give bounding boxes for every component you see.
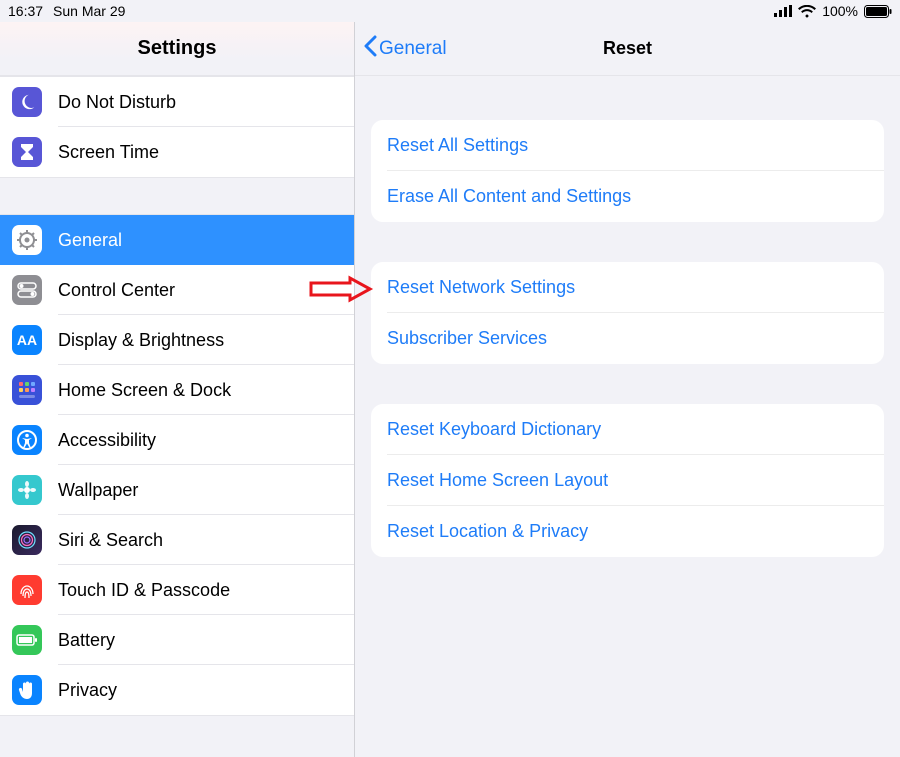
chevron-left-icon — [363, 35, 377, 63]
reset-group-1: Reset All Settings Erase All Content and… — [371, 120, 884, 222]
wifi-icon — [798, 5, 816, 18]
sidebar-item-label: Touch ID & Passcode — [58, 580, 230, 601]
battery-icon — [864, 5, 892, 18]
sidebar-item-accessibility[interactable]: Accessibility — [0, 415, 354, 465]
status-time: 16:37 — [8, 3, 43, 19]
sidebar-title: Settings — [0, 22, 354, 76]
gear-icon — [12, 225, 42, 255]
sidebar-item-label: Privacy — [58, 680, 117, 701]
sidebar-group-b: General Control Center AA Display & Brig… — [0, 214, 354, 716]
sidebar-item-label: Display & Brightness — [58, 330, 224, 351]
sidebar-item-control-center[interactable]: Control Center — [0, 265, 354, 315]
row-label: Reset Home Screen Layout — [387, 470, 608, 490]
reset-keyboard-dictionary[interactable]: Reset Keyboard Dictionary — [371, 404, 884, 455]
sidebar-group-a: Do Not Disturb Screen Time — [0, 76, 354, 178]
reset-group-2: Reset Network Settings Subscriber Servic… — [371, 262, 884, 364]
sidebar-item-siri-search[interactable]: Siri & Search — [0, 515, 354, 565]
reset-all-settings[interactable]: Reset All Settings — [371, 120, 884, 171]
sidebar-item-general[interactable]: General — [0, 215, 354, 265]
sidebar-item-privacy[interactable]: Privacy — [0, 665, 354, 715]
reset-location-privacy[interactable]: Reset Location & Privacy — [371, 506, 884, 557]
hand-icon — [12, 675, 42, 705]
detail-header: General Reset — [355, 22, 900, 76]
aa-icon: AA — [12, 325, 42, 355]
sidebar-item-label: Do Not Disturb — [58, 92, 176, 113]
row-label: Subscriber Services — [387, 328, 547, 348]
status-date: Sun Mar 29 — [53, 3, 125, 19]
subscriber-services[interactable]: Subscriber Services — [371, 313, 884, 364]
sidebar-item-label: Siri & Search — [58, 530, 163, 551]
row-label: Reset Network Settings — [387, 277, 575, 297]
grid-icon — [12, 375, 42, 405]
sidebar-item-battery[interactable]: Battery — [0, 615, 354, 665]
row-label: Reset Location & Privacy — [387, 521, 588, 541]
hourglass-icon — [12, 137, 42, 167]
sidebar-item-label: General — [58, 230, 122, 251]
status-bar: 16:37 Sun Mar 29 100% — [0, 0, 900, 22]
sidebar-item-label: Screen Time — [58, 142, 159, 163]
erase-all-content[interactable]: Erase All Content and Settings — [371, 171, 884, 222]
reset-network-settings[interactable]: Reset Network Settings — [371, 262, 884, 313]
sidebar-item-label: Control Center — [58, 280, 175, 301]
flower-icon — [12, 475, 42, 505]
sidebar-item-label: Battery — [58, 630, 115, 651]
row-label: Reset Keyboard Dictionary — [387, 419, 601, 439]
reset-home-screen-layout[interactable]: Reset Home Screen Layout — [371, 455, 884, 506]
row-label: Erase All Content and Settings — [387, 186, 631, 206]
fingerprint-icon — [12, 575, 42, 605]
reset-group-3: Reset Keyboard Dictionary Reset Home Scr… — [371, 404, 884, 557]
battery-pct: 100% — [822, 3, 858, 19]
row-label: Reset All Settings — [387, 135, 528, 155]
switches-icon — [12, 275, 42, 305]
back-button-label: General — [379, 38, 447, 60]
settings-sidebar: Settings Do Not Disturb Screen Time — [0, 22, 355, 757]
sidebar-item-do-not-disturb[interactable]: Do Not Disturb — [0, 77, 354, 127]
sidebar-item-label: Accessibility — [58, 430, 156, 451]
sidebar-item-wallpaper[interactable]: Wallpaper — [0, 465, 354, 515]
signal-icon — [774, 5, 792, 17]
sidebar-item-home-dock[interactable]: Home Screen & Dock — [0, 365, 354, 415]
siri-icon — [12, 525, 42, 555]
sidebar-item-display-brightness[interactable]: AA Display & Brightness — [0, 315, 354, 365]
sidebar-item-touchid-passcode[interactable]: Touch ID & Passcode — [0, 565, 354, 615]
back-button[interactable]: General — [363, 35, 447, 63]
battery-icon — [12, 625, 42, 655]
sidebar-item-label: Home Screen & Dock — [58, 380, 231, 401]
detail-pane: General Reset Reset All Settings Erase A… — [355, 22, 900, 757]
person-circle-icon — [12, 425, 42, 455]
sidebar-item-label: Wallpaper — [58, 480, 138, 501]
sidebar-item-screen-time[interactable]: Screen Time — [0, 127, 354, 177]
moon-icon — [12, 87, 42, 117]
